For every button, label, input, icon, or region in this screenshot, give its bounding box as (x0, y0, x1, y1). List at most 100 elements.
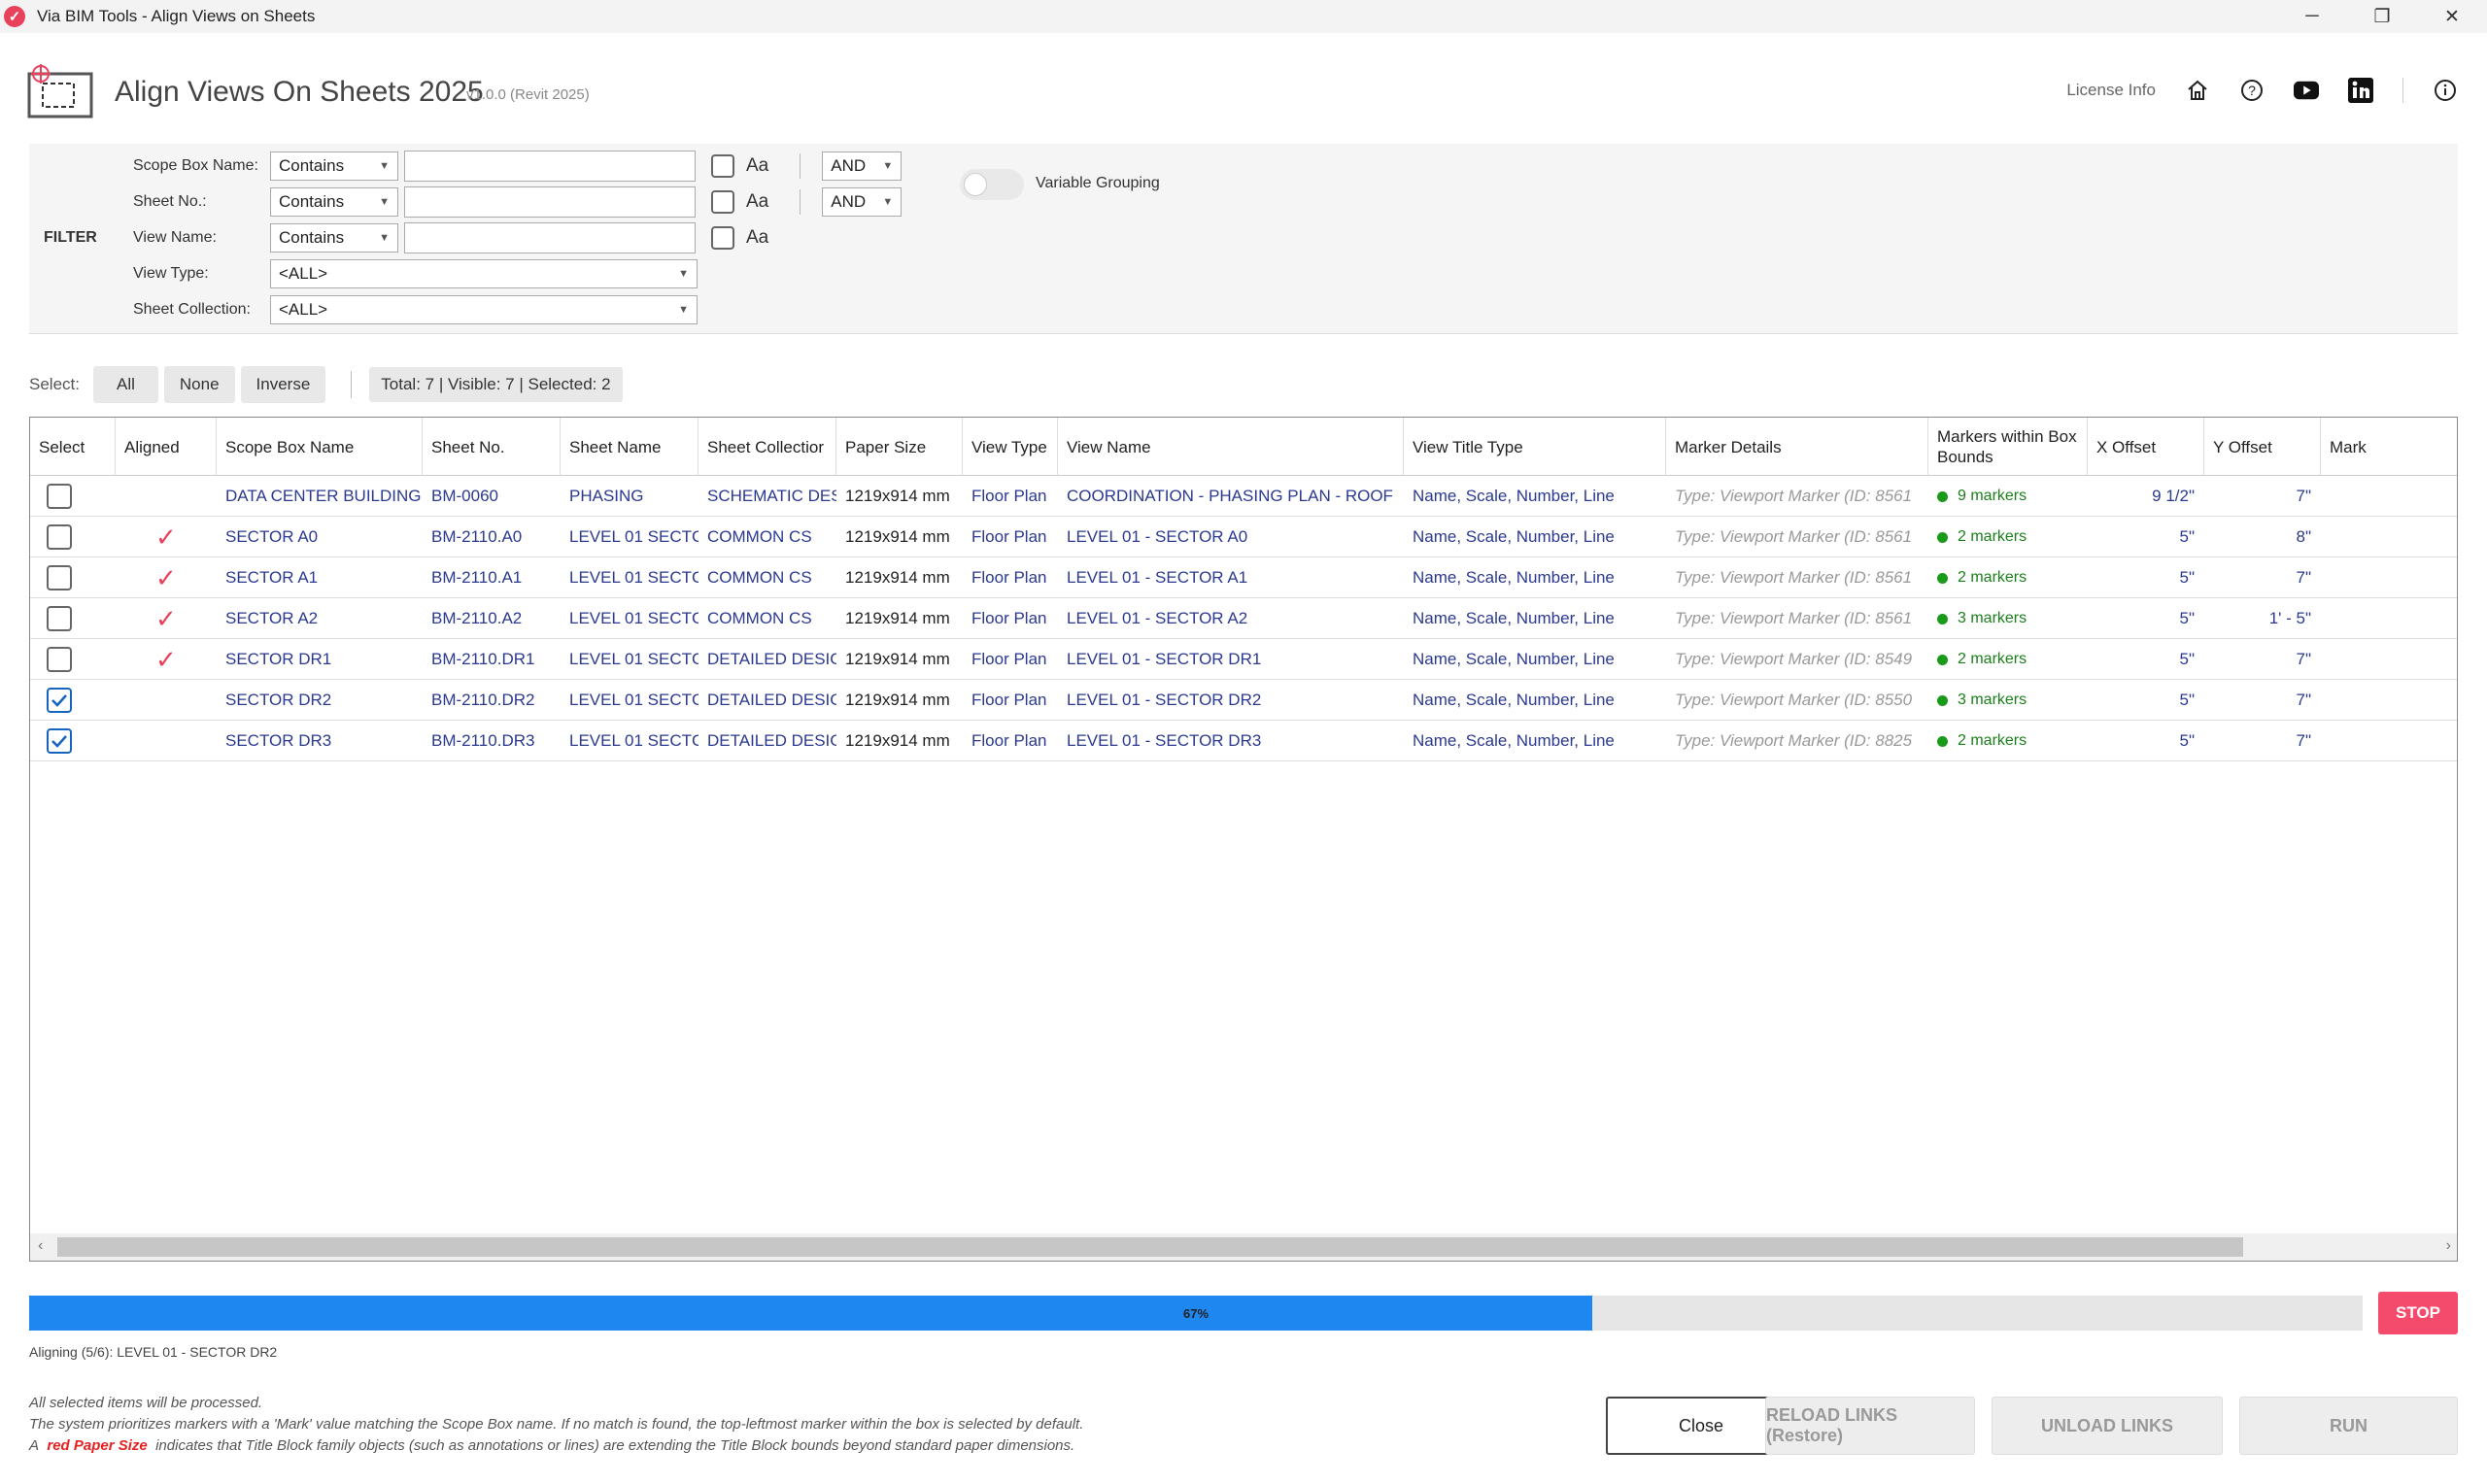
license-info-link[interactable]: License Info (2066, 81, 2156, 100)
scroll-right-icon[interactable]: › (2446, 1237, 2451, 1255)
table-row[interactable]: SECTOR DR2 BM-2110.DR2 LEVEL 01 SECTC DETAI… (30, 680, 2457, 721)
info-icon[interactable] (2433, 78, 2458, 103)
col-sheet-collection[interactable]: Sheet Collectior (698, 418, 836, 476)
notes: All selected items will be processed. Th… (29, 1393, 1083, 1457)
help-icon[interactable]: ? (2239, 78, 2265, 103)
note-red-paper-size: red Paper Size (47, 1437, 148, 1454)
horizontal-scrollbar[interactable]: ‹ › (30, 1233, 2457, 1261)
view-name-case-checkbox[interactable] (711, 226, 734, 250)
cell-paper: 1219x914 mm (845, 650, 950, 668)
cell-mark (2321, 476, 2457, 517)
status-dot-icon (1937, 654, 1948, 665)
window-title: Via BIM Tools - Align Views on Sheets (37, 7, 316, 25)
unload-links-button[interactable]: UNLOAD LINKS (1992, 1397, 2223, 1455)
note-line-3: A red Paper Size indicates that Title Bl… (29, 1435, 1083, 1457)
row-select-checkbox[interactable] (47, 728, 72, 754)
cell-yoff: 7" (2296, 691, 2312, 709)
cell-within: 3 markers (1928, 598, 2088, 639)
row-select-checkbox[interactable] (47, 484, 72, 509)
cell-xoff: 5" (2179, 650, 2196, 668)
scope-box-case-checkbox[interactable] (711, 154, 734, 178)
col-view-name[interactable]: View Name (1058, 418, 1404, 476)
cell-mark (2321, 598, 2457, 639)
close-window-button[interactable]: ✕ (2417, 0, 2487, 33)
cell-view-type: Floor Plan (971, 691, 1047, 709)
cell-collection: COMMON CS (707, 568, 812, 587)
select-none-button[interactable]: None (163, 366, 235, 403)
sheet-no-case-checkbox[interactable] (711, 190, 734, 214)
app-check-icon: ✓ (4, 6, 25, 27)
cell-view-name: LEVEL 01 - SECTOR A2 (1067, 609, 1248, 627)
variable-grouping-label: Variable Grouping (1036, 175, 1160, 191)
row-select-checkbox[interactable] (47, 524, 72, 550)
col-x-offset[interactable]: X Offset (2088, 418, 2204, 476)
cell-xoff: 5" (2179, 691, 2196, 709)
view-type-select[interactable]: <ALL> ▼ (270, 259, 698, 288)
select-inverse-button[interactable]: Inverse (240, 366, 326, 403)
row-select-checkbox[interactable] (47, 565, 72, 590)
col-markers-within[interactable]: Markers within Box Bounds (1928, 418, 2088, 476)
col-scope-box[interactable]: Scope Box Name (217, 418, 423, 476)
linkedin-icon[interactable] (2348, 78, 2373, 103)
stop-button[interactable]: STOP (2378, 1292, 2458, 1334)
cell-xoff: 9 1/2" (2152, 487, 2195, 505)
col-select[interactable]: Select (30, 418, 116, 476)
table-row[interactable]: ✓ SECTOR A2 BM-2110.A2 LEVEL 01 SECTC COMMON… (30, 598, 2457, 639)
filter-panel: FILTER Scope Box Name: Contains ▼ Aa AND ▼… (29, 144, 2458, 334)
scrollbar-thumb[interactable] (57, 1237, 2243, 1257)
col-view-type[interactable]: View Type (963, 418, 1058, 476)
scroll-left-icon[interactable]: ‹ (38, 1237, 43, 1255)
aligned-check-icon: ✓ (155, 522, 177, 552)
cell-title-type: Name, Scale, Number, Line (1413, 487, 1615, 505)
sheet-no-mode-select[interactable]: Contains ▼ (270, 187, 398, 217)
sheet-collection-select[interactable]: <ALL> ▼ (270, 295, 698, 324)
table-row[interactable]: ✓ SECTOR DR1 BM-2110.DR1 LEVEL 01 SECTC DETA… (30, 639, 2457, 680)
cell-marker: Type: Viewport Marker (ID: 8561 (1675, 568, 1913, 587)
home-icon[interactable] (2185, 78, 2210, 103)
minimize-button[interactable]: ─ (2277, 0, 2347, 33)
row-select-checkbox[interactable] (47, 606, 72, 631)
scope-box-mode-select[interactable]: Contains ▼ (270, 152, 398, 181)
filter-label: FILTER (44, 229, 97, 246)
cell-view-name: LEVEL 01 - SECTOR A1 (1067, 568, 1248, 587)
table-row[interactable]: SECTOR DR3 BM-2110.DR3 LEVEL 01 SECTC DETAI… (30, 721, 2457, 761)
sheet-no-logic-select[interactable]: AND ▼ (822, 187, 903, 217)
select-label: Select: (29, 375, 80, 393)
col-y-offset[interactable]: Y Offset (2204, 418, 2321, 476)
scope-box-logic-select[interactable]: AND ▼ (822, 152, 903, 181)
col-mark[interactable]: Mark (2321, 418, 2457, 476)
col-sheet-name[interactable]: Sheet Name (561, 418, 698, 476)
progress-bar: 67% (29, 1296, 2363, 1331)
run-button[interactable]: RUN (2239, 1397, 2458, 1455)
scope-box-input[interactable] (404, 151, 696, 182)
reload-links-button[interactable]: RELOAD LINKS (Restore) (1765, 1397, 1975, 1455)
row-select-checkbox[interactable] (47, 647, 72, 672)
cell-mark (2321, 557, 2457, 598)
col-marker-details[interactable]: Marker Details (1666, 418, 1928, 476)
cell-yoff: 1' - 5" (2268, 609, 2311, 627)
variable-grouping-toggle[interactable] (960, 169, 1024, 200)
sheet-no-input[interactable] (404, 186, 696, 218)
cell-view-type: Floor Plan (971, 487, 1047, 505)
col-aligned[interactable]: Aligned (116, 418, 217, 476)
table-row[interactable]: ✓ SECTOR A1 BM-2110.A1 LEVEL 01 SECTC COMMON… (30, 557, 2457, 598)
cell-sheet-name: LEVEL 01 SECTC (569, 731, 698, 750)
select-all-button[interactable]: All (92, 366, 158, 403)
status-dot-icon (1937, 694, 1948, 706)
cell-paper: 1219x914 mm (845, 487, 950, 505)
col-sheet-no[interactable]: Sheet No. (423, 418, 561, 476)
note-line-1: All selected items will be processed. (29, 1395, 263, 1411)
table-row[interactable]: ✓ SECTOR A0 BM-2110.A0 LEVEL 01 SECTC COMMON… (30, 517, 2457, 557)
col-view-title-type[interactable]: View Title Type (1404, 418, 1666, 476)
cell-marker: Type: Viewport Marker (ID: 8825 (1675, 731, 1913, 750)
note-line-2: The system prioritizes markers with a 'M… (29, 1416, 1084, 1433)
row-select-checkbox[interactable] (47, 688, 72, 713)
table-row[interactable]: DATA CENTER BUILDING BM-0060 PHASING SCHEMA… (30, 476, 2457, 517)
restore-button[interactable]: ❐ (2347, 0, 2417, 33)
youtube-icon[interactable] (2294, 78, 2319, 103)
app-logo-icon (27, 64, 93, 118)
col-paper-size[interactable]: Paper Size (836, 418, 963, 476)
cell-within: 9 markers (1928, 476, 2088, 517)
view-name-mode-select[interactable]: Contains ▼ (270, 223, 398, 253)
view-name-input[interactable] (404, 222, 696, 253)
